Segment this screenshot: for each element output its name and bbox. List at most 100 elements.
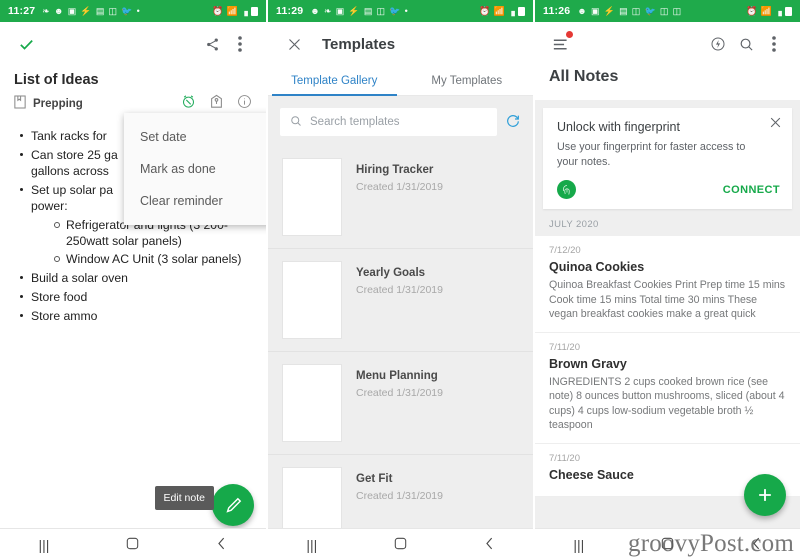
back-chevron-icon[interactable]: [484, 537, 495, 553]
all-notes-app-bar: [535, 22, 800, 66]
leaf-icon: ❧: [42, 5, 51, 16]
note-app-bar: [0, 22, 266, 66]
book3-icon: ◫: [672, 5, 682, 16]
bullet-text: Tank racks for: [31, 129, 107, 143]
bullet-text: Can store 25 ga: [31, 148, 118, 162]
photos-icon: ▤: [95, 5, 105, 16]
template-name: Get Fit: [356, 473, 393, 485]
account-icon: ☻: [577, 5, 587, 16]
book2-icon: ◫: [659, 5, 669, 16]
list-item[interactable]: Menu Planning Created 1/31/2019: [268, 352, 533, 455]
page-title: All Notes: [549, 68, 619, 85]
home-square-icon[interactable]: [126, 537, 139, 553]
wifi-icon: 📶: [493, 5, 505, 16]
note-title: Brown Gravy: [549, 356, 627, 371]
dot-icon: •: [136, 5, 141, 16]
search-icon: [290, 115, 302, 130]
flash-icon: ⚡: [348, 5, 360, 16]
tag-icon[interactable]: [210, 94, 223, 114]
template-name: Menu Planning: [356, 370, 438, 382]
tab-template-gallery[interactable]: Template Gallery: [268, 66, 401, 96]
template-list: Hiring Tracker Created 1/31/2019 Yearly …: [268, 146, 533, 558]
note-snippet: Quinoa Breakfast Cookies Print Prep time…: [549, 279, 786, 320]
twitter-icon: 🐦: [121, 5, 133, 16]
info-icon[interactable]: [237, 94, 252, 114]
templates-tabs: Template Gallery My Templates: [268, 66, 533, 96]
recents-button[interactable]: |||: [39, 537, 50, 553]
add-note-fab[interactable]: [744, 474, 786, 516]
signal-icon: ▗: [774, 5, 782, 16]
back-chevron-icon[interactable]: [216, 537, 227, 553]
reminder-context-menu[interactable]: Set date Mark as done Clear reminder: [124, 113, 266, 225]
template-name: Hiring Tracker: [356, 164, 434, 176]
list-item[interactable]: Yearly Goals Created 1/31/2019: [268, 249, 533, 352]
list-item[interactable]: 7/12/20 Quinoa Cookies Quinoa Breakfast …: [535, 236, 800, 333]
list-item: Store food: [18, 289, 252, 305]
note-date: 7/11/20: [549, 452, 580, 464]
template-created: Created 1/31/2019: [356, 490, 443, 502]
flash-icon: ⚡: [80, 5, 92, 16]
search-input[interactable]: Search templates: [280, 108, 497, 136]
android-nav-bar-1: |||: [0, 528, 266, 560]
dot-icon: •: [404, 5, 409, 16]
search-icon[interactable]: [732, 30, 760, 58]
photos-icon: ▤: [363, 5, 373, 16]
bullet-text-cont: power:: [31, 199, 68, 213]
menu-item-mark-as-done[interactable]: Mark as done: [124, 153, 266, 185]
notes-list: 7/12/20 Quinoa Cookies Quinoa Breakfast …: [535, 236, 800, 497]
battery-icon: [785, 6, 792, 16]
close-icon[interactable]: [769, 116, 782, 132]
list-item: Store ammo: [18, 308, 252, 324]
wifi-icon: 📶: [226, 5, 238, 16]
bullet-text: Store food: [31, 290, 88, 304]
templates-body: Search templates Hiring Tracker Created …: [268, 96, 533, 560]
more-vert-icon[interactable]: [760, 30, 788, 58]
edit-note-fab[interactable]: [212, 484, 254, 526]
hamburger-menu-icon[interactable]: [547, 30, 575, 58]
home-square-icon[interactable]: [394, 537, 407, 553]
note-title: Quinoa Cookies: [549, 260, 645, 274]
status-clock: 11:29: [276, 5, 304, 17]
reminder-alarm-icon[interactable]: [181, 94, 196, 114]
leaf-icon: ❧: [323, 5, 332, 16]
notebook-name: Prepping: [33, 98, 83, 110]
book-icon: ◫: [108, 5, 118, 16]
menu-item-set-date[interactable]: Set date: [124, 121, 266, 153]
sync-icon[interactable]: [704, 30, 732, 58]
note-date: 7/12/20: [549, 245, 581, 256]
menu-item-clear-reminder[interactable]: Clear reminder: [124, 185, 266, 217]
photos-icon: ▤: [619, 5, 628, 16]
done-check-icon[interactable]: [12, 30, 40, 58]
battery-icon: [518, 6, 525, 16]
share-icon[interactable]: [198, 30, 226, 58]
book-icon: ◫: [631, 5, 641, 16]
status-clock: 11:26: [543, 5, 571, 17]
template-name: Yearly Goals: [356, 267, 426, 279]
bullet-text: Build a solar oven: [31, 271, 128, 285]
alarm-icon: ⏰: [212, 5, 224, 16]
alarm-icon: ⏰: [746, 5, 758, 16]
account-icon: ☻: [54, 5, 64, 16]
list-item: Build a solar oven: [18, 270, 252, 286]
bullet-text: Store ammo: [31, 309, 98, 323]
list-item: Window AC Unit (3 solar panels): [53, 251, 252, 267]
panel-all-notes: 11:26 ☻ ▣ ⚡ ▤ ◫ 🐦 ◫ ◫ ⏰ 📶 ▗ All Notes Un…: [535, 0, 800, 560]
list-item[interactable]: Hiring Tracker Created 1/31/2019: [268, 146, 533, 249]
watermark: groovyPost.com: [628, 530, 794, 557]
card-title: Unlock with fingerprint: [557, 120, 680, 134]
bullet-text: Set up solar pa: [31, 183, 113, 197]
connect-button[interactable]: CONNECT: [723, 184, 780, 196]
tab-my-templates[interactable]: My Templates: [401, 66, 534, 95]
wifi-icon: 📶: [760, 5, 772, 16]
image-icon: ▣: [67, 5, 77, 16]
recents-button[interactable]: |||: [573, 537, 584, 553]
refresh-icon[interactable]: [505, 112, 521, 133]
account-icon: ☻: [310, 5, 320, 16]
panel-templates: 11:29 ☻ ❧ ▣ ⚡ ▤ ◫ 🐦 • ⏰ 📶 ▗ Templates Te…: [268, 0, 535, 560]
template-created: Created 1/31/2019: [356, 181, 443, 193]
close-icon[interactable]: [280, 30, 308, 58]
recents-button[interactable]: |||: [306, 537, 317, 553]
more-vert-icon[interactable]: [226, 30, 254, 58]
sub-bullet-text: Window AC Unit (3 solar panels): [66, 252, 242, 266]
list-item[interactable]: 7/11/20 Brown Gravy INGREDIENTS 2 cups c…: [535, 333, 800, 444]
